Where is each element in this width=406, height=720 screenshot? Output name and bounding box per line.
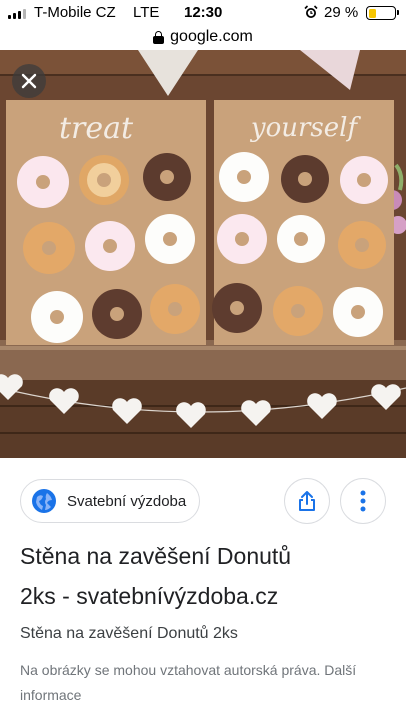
image-title-line1: Stěna na zavěšení Donutů <box>20 543 292 569</box>
image-subtitle: Stěna na zavěšení Donutů 2ks <box>20 625 238 642</box>
url-domain: google.com <box>170 28 253 45</box>
battery-icon <box>366 6 399 20</box>
battery-level <box>368 8 376 18</box>
signal-strength-icon <box>8 9 26 19</box>
status-time: 12:30 <box>184 4 223 21</box>
copyright-notice: Na obrázky se mohou vztahovat autorská p… <box>20 658 390 708</box>
source-site-name: Svatební výzdoba <box>67 492 187 510</box>
battery-percent: 29 % <box>324 4 359 21</box>
share-icon <box>299 491 315 511</box>
share-button[interactable] <box>284 478 330 524</box>
url-bar[interactable]: google.com <box>0 24 406 50</box>
copyright-notice-text: Na obrázky se mohou vztahovat autorská p… <box>20 662 325 678</box>
more-vertical-icon <box>360 490 366 512</box>
image-preview[interactable]: treat yourself <box>0 50 406 458</box>
globe-icon <box>32 489 56 513</box>
lock-icon <box>153 30 165 44</box>
close-button[interactable] <box>12 64 46 98</box>
board-right-lettering: yourself <box>250 113 362 143</box>
close-icon <box>21 73 37 89</box>
alarm-clock-icon <box>304 5 318 18</box>
board-left-lettering: treat <box>59 111 134 146</box>
source-site-chip[interactable]: Svatební výzdoba <box>20 479 200 523</box>
status-bar: T-Mobile CZ LTE 12:30 29 % <box>0 0 406 26</box>
donut-wall-photo: treat yourself <box>0 50 406 458</box>
image-title-line2: 2ks - svatebnívýzdoba.cz <box>20 583 279 609</box>
more-options-button[interactable] <box>340 478 386 524</box>
network-type: LTE <box>133 4 160 21</box>
image-title-link[interactable]: Stěna na zavěšení Donutů 2ks - svatebnív… <box>20 536 390 616</box>
carrier-name: T-Mobile CZ <box>34 4 116 21</box>
